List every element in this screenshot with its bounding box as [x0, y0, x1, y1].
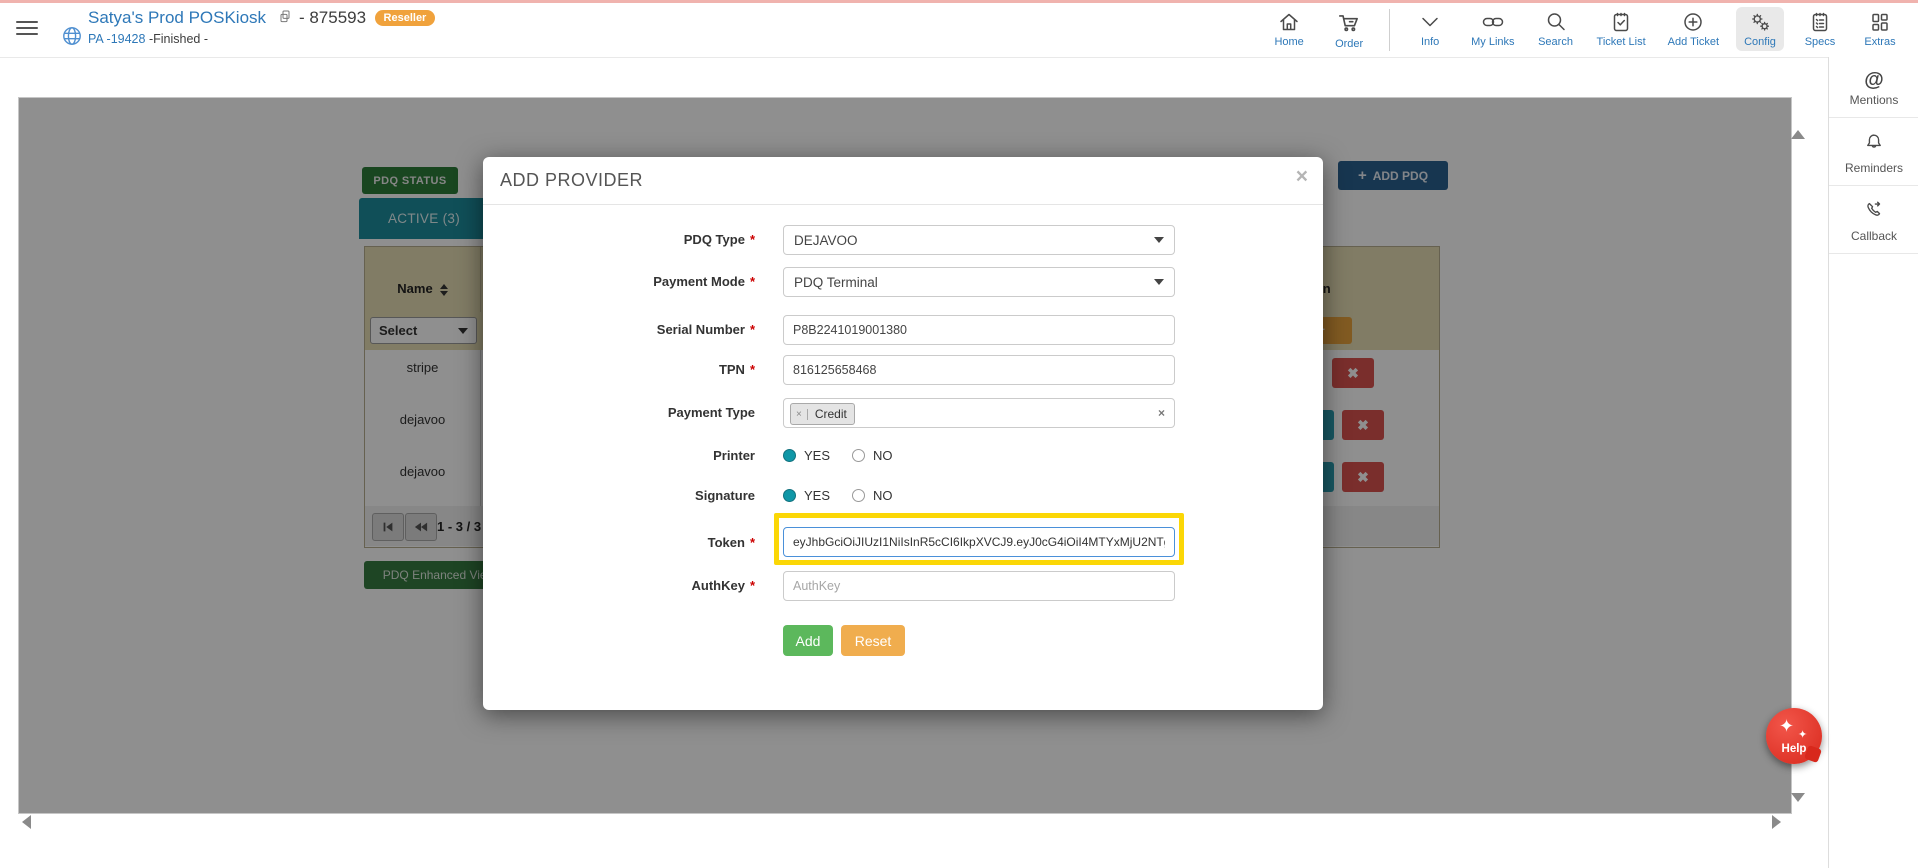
- nav-my-links[interactable]: My Links: [1466, 7, 1519, 51]
- reset-button[interactable]: Reset: [841, 625, 905, 656]
- scroll-up-arrow[interactable]: [1791, 130, 1805, 139]
- hamburger-menu-icon[interactable]: [16, 21, 38, 36]
- add-button[interactable]: Add: [783, 625, 833, 656]
- signature-radio-group: YES NO: [783, 485, 893, 505]
- authkey-input[interactable]: [783, 571, 1175, 601]
- nav-specs[interactable]: Specs: [1796, 7, 1844, 51]
- add-provider-modal: ADD PROVIDER × PDQ Type* DEJAVOO Payment…: [483, 157, 1323, 710]
- globe-icon: [60, 24, 84, 53]
- label-tpn: TPN*: [483, 362, 755, 377]
- payment-type-multiselect[interactable]: × Credit ×: [783, 398, 1175, 428]
- printer-no-radio[interactable]: [852, 449, 865, 462]
- copy-icon[interactable]: [277, 9, 293, 30]
- scroll-right-arrow[interactable]: [1772, 815, 1781, 829]
- close-icon[interactable]: ×: [1296, 166, 1308, 187]
- reseller-badge: Reseller: [375, 10, 436, 26]
- nav-order[interactable]: Order: [1325, 7, 1373, 53]
- account-title-link[interactable]: Satya's Prod POSKiosk: [88, 8, 266, 27]
- status-text: -Finished -: [149, 32, 208, 46]
- top-accent-strip: [0, 0, 1918, 3]
- caret-icon: [1154, 237, 1164, 243]
- nav-config[interactable]: Config: [1736, 7, 1784, 51]
- token-input[interactable]: [783, 527, 1175, 557]
- clear-all-icon[interactable]: ×: [1158, 406, 1165, 420]
- sparkle-icon: ✦: [1779, 716, 1794, 737]
- grid-squares-icon: [1868, 10, 1892, 34]
- nav-extras[interactable]: Extras: [1856, 7, 1904, 51]
- mentions-at-icon: @: [1829, 70, 1918, 90]
- pdq-type-select[interactable]: DEJAVOO: [783, 225, 1175, 255]
- modal-header: ADD PROVIDER ×: [483, 157, 1323, 205]
- credit-tag: × Credit: [790, 403, 855, 425]
- nav-divider: [1389, 9, 1390, 51]
- nav-add-ticket[interactable]: Add Ticket: [1663, 7, 1724, 51]
- scroll-left-arrow[interactable]: [22, 815, 31, 829]
- chevron-down-icon: [1418, 10, 1442, 34]
- label-signature: Signature: [483, 488, 755, 503]
- top-header-bar: Satya's Prod POSKiosk - 875593 Reseller …: [0, 0, 1918, 58]
- label-authkey: AuthKey*: [483, 578, 755, 593]
- search-icon: [1544, 10, 1568, 34]
- serial-number-input[interactable]: [783, 315, 1175, 345]
- home-icon: [1277, 10, 1301, 34]
- nav-search[interactable]: Search: [1532, 7, 1580, 51]
- remove-tag-icon[interactable]: ×: [791, 409, 808, 420]
- sparkle-icon: ✦: [1798, 728, 1807, 741]
- app-canvas: Satya's Prod POSKiosk - 875593 Reseller …: [0, 0, 1918, 868]
- signature-yes-radio[interactable]: [783, 489, 796, 502]
- caret-icon: [1154, 279, 1164, 285]
- printer-yes-radio[interactable]: [783, 449, 796, 462]
- bell-icon: [1863, 140, 1885, 157]
- ticket-number: - 875593: [299, 8, 366, 27]
- sidebar-callback[interactable]: Callback: [1829, 186, 1918, 254]
- tpn-input[interactable]: [783, 355, 1175, 385]
- sidebar-mentions[interactable]: @ Mentions: [1829, 57, 1918, 118]
- right-sidebar: @ Mentions Reminders Callback: [1828, 57, 1918, 868]
- label-payment-type: Payment Type: [483, 405, 755, 420]
- help-button[interactable]: ✦ ✦ Help: [1766, 708, 1822, 764]
- gears-icon: [1748, 10, 1772, 34]
- clipboard-check-icon: [1609, 10, 1633, 34]
- modal-title: ADD PROVIDER: [500, 170, 643, 191]
- signature-no-radio[interactable]: [852, 489, 865, 502]
- label-token: Token*: [483, 535, 755, 550]
- scroll-down-arrow[interactable]: [1791, 793, 1805, 802]
- ticket-title-block: Satya's Prod POSKiosk - 875593 Reseller …: [88, 8, 435, 46]
- plus-circle-icon: [1681, 10, 1705, 34]
- payment-mode-select[interactable]: PDQ Terminal: [783, 267, 1175, 297]
- label-serial-number: Serial Number*: [483, 322, 755, 337]
- printer-radio-group: YES NO: [783, 445, 893, 465]
- label-pdq-type: PDQ Type*: [483, 232, 755, 247]
- pa-number-link[interactable]: PA -19428: [88, 32, 145, 46]
- nav-info[interactable]: Info: [1406, 7, 1454, 51]
- clipboard-list-icon: [1808, 10, 1832, 34]
- nav-home[interactable]: Home: [1265, 7, 1313, 51]
- phone-callback-icon: [1863, 208, 1885, 225]
- link-icon: [1480, 10, 1506, 34]
- sidebar-reminders[interactable]: Reminders: [1829, 118, 1918, 186]
- cart-icon: [1336, 10, 1362, 36]
- label-printer: Printer: [483, 448, 755, 463]
- nav-ticket-list[interactable]: Ticket List: [1592, 7, 1651, 51]
- top-nav: Home Order Info My Links: [1259, 7, 1910, 53]
- label-payment-mode: Payment Mode*: [483, 274, 755, 289]
